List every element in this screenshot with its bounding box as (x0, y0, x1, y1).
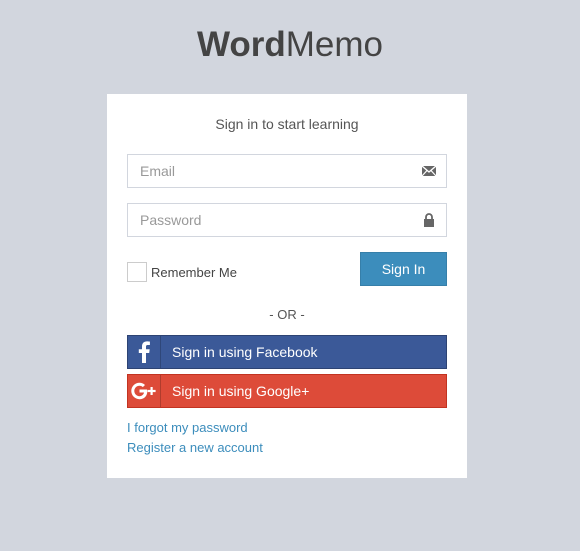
facebook-signin-label: Sign in using Facebook (172, 344, 318, 360)
email-field (127, 154, 447, 188)
register-link[interactable]: Register a new account (127, 440, 263, 455)
remember-me[interactable]: Remember Me (127, 262, 237, 282)
facebook-signin-button[interactable]: Sign in using Facebook (127, 335, 447, 369)
sign-in-button[interactable]: Sign In (360, 252, 447, 286)
email-input[interactable] (128, 155, 400, 187)
password-field (127, 203, 447, 237)
forgot-password-link[interactable]: I forgot my password (127, 420, 248, 435)
logo-bold-text: Word (196, 25, 286, 64)
logo-light-text: Memo (285, 25, 384, 64)
login-box: Sign in to start learning Remember Me Si… (107, 94, 467, 478)
envelope-icon (421, 163, 437, 179)
lock-icon (421, 212, 437, 228)
or-divider: - OR - (269, 307, 305, 322)
google-signin-label: Sign in using Google+ (172, 383, 310, 399)
google-plus-icon (128, 375, 161, 407)
remember-me-checkbox[interactable] (127, 262, 147, 282)
app-logo[interactable]: WordMemo (0, 24, 580, 66)
google-signin-button[interactable]: Sign in using Google+ (127, 374, 447, 408)
login-box-message: Sign in to start learning (215, 116, 359, 132)
remember-me-label[interactable]: Remember Me (151, 265, 237, 280)
password-input[interactable] (128, 204, 400, 236)
facebook-icon (128, 336, 161, 368)
